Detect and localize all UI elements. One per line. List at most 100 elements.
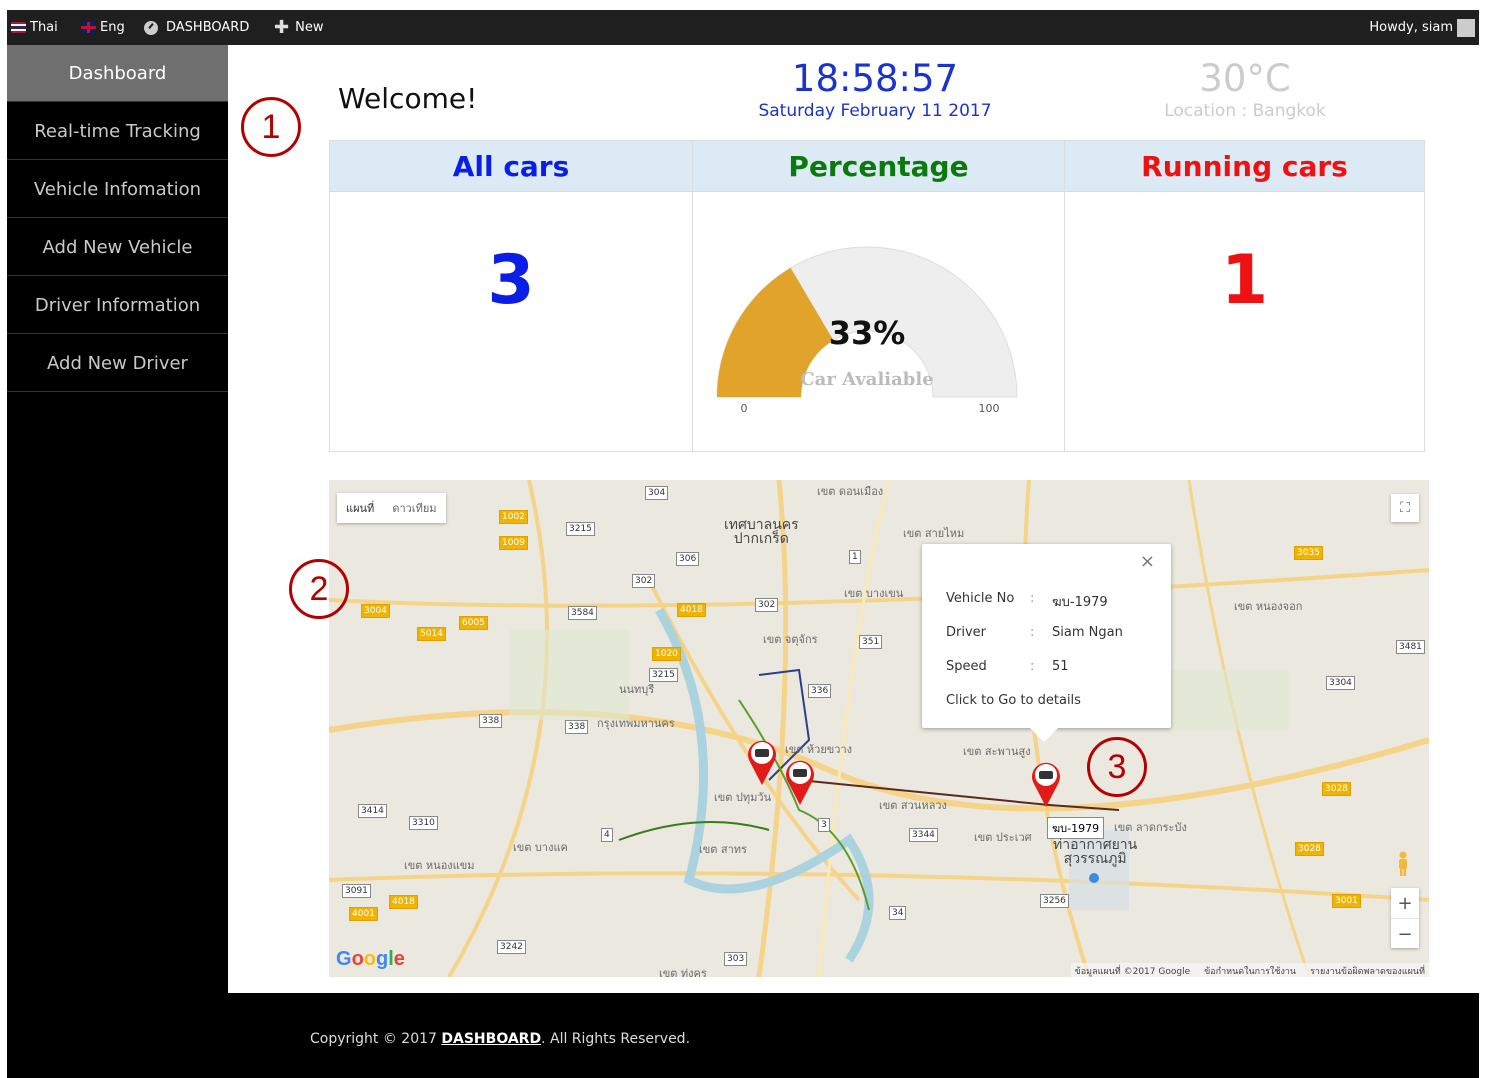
vehicle-map[interactable]: เทศบาลนคร ปากเกร็ด เขต ดอนเมือง เขต สายไ… [329, 480, 1429, 977]
road-shield: 3344 [909, 828, 938, 842]
admin-top-bar: Thai Eng DASHBOARD ✚ New Howdy, siam [7, 10, 1479, 45]
road-shield: 3215 [649, 668, 678, 682]
dashboard-link[interactable]: DASHBOARD [144, 10, 249, 45]
fullscreen-icon: ⛶ [1400, 500, 1410, 516]
right-margin [1479, 10, 1486, 1078]
sidebar-item-driver-information[interactable]: Driver Information [7, 277, 228, 334]
annotation-marker-2: 2 [289, 559, 349, 619]
map-data-credit: ข้อมูลแผนที่ ©2017 Google [1074, 967, 1191, 977]
road-shield: 5014 [417, 627, 446, 641]
road-shield: 3584 [568, 606, 597, 620]
uk-flag-icon [81, 22, 96, 33]
sidebar-item-vehicle-information[interactable]: Vehicle Infomation [7, 161, 228, 218]
footer-dashboard-link[interactable]: DASHBOARD [441, 1031, 541, 1047]
percentage-panel: Percentage 33% Car Avaliable 0 100 [692, 141, 1064, 451]
road-shield: 34 [889, 906, 907, 920]
running-cars-count: 1 [1220, 241, 1269, 320]
map-label-pakkret: เทศบาลนคร ปากเกร็ด [724, 517, 799, 547]
stats-table: All cars 3 Percentage 33% Car Avaliable … [329, 140, 1425, 452]
info-driver-value: Siam Ngan [1052, 625, 1123, 640]
road-shield: 303 [724, 952, 748, 966]
lang-eng-label: Eng [100, 20, 125, 35]
map-label-nonthaburi: นนทบุรี [619, 683, 655, 696]
annotation-marker-3: 3 [1087, 737, 1147, 797]
clock-time: 18:58:57 [791, 57, 959, 100]
lang-thai-label: Thai [30, 20, 58, 35]
lang-thai-link[interactable]: Thai [11, 10, 58, 45]
all-cars-panel: All cars 3 [330, 141, 692, 451]
map-background [329, 480, 1429, 977]
dashboard-gauge-icon [144, 20, 158, 35]
copyright-suffix: . All Rights Reserved. [541, 1031, 691, 1047]
street-view-pegman-icon[interactable] [1391, 850, 1415, 878]
map-attribution: ข้อมูลแผนที่ ©2017 Google ข้อกำหนดในการใ… [1070, 963, 1429, 977]
road-shield: 4001 [349, 907, 378, 921]
map-label-prawet: เขต ประเวศ [974, 831, 1032, 844]
road-shield: 4018 [677, 603, 706, 617]
location-text: Location : Bangkok [1164, 101, 1326, 121]
sidebar-item-add-driver[interactable]: Add New Driver [7, 335, 228, 392]
map-label-saphan-sung: เขต สะพานสูง [963, 745, 1031, 758]
road-shield: 338 [565, 720, 589, 734]
gauge-max-label: 100 [979, 402, 1000, 415]
vehicle-marker[interactable] [783, 758, 817, 806]
fullscreen-button[interactable]: ⛶ [1391, 494, 1419, 522]
road-shield: 3028 [1295, 842, 1324, 856]
road-shield: 6005 [459, 616, 488, 630]
clock-date: Saturday February 11 2017 [758, 101, 992, 121]
sidebar-item-dashboard[interactable]: Dashboard [7, 45, 228, 102]
map-label-lat-krabang: เขต ลาดกระบัง [1114, 821, 1187, 834]
map-type-satellite-button[interactable]: ดาวเทียม [383, 493, 445, 523]
zoom-in-button[interactable]: + [1391, 888, 1419, 918]
vehicle-marker[interactable] [745, 738, 779, 786]
road-shield: 3215 [566, 522, 595, 536]
road-shield: 3481 [1396, 640, 1425, 654]
copyright-text: Copyright © 2017 DASHBOARD. All Rights R… [310, 1031, 690, 1047]
info-row-speed: Speed : 51 [946, 659, 1069, 674]
map-label-suan-luang: เขต สวนหลวง [879, 799, 947, 812]
map-label-bangkok: กรุงเทพมหานคร [597, 717, 675, 730]
percentage-title: Percentage [693, 141, 1064, 192]
map-type-map-button[interactable]: แผนที่ [337, 493, 383, 523]
road-shield: 3304 [1326, 676, 1355, 690]
running-cars-title: Running cars [1065, 141, 1424, 192]
pegman-icon [1399, 851, 1407, 876]
info-separator: : [1030, 659, 1035, 674]
road-shield: 1009 [499, 536, 528, 550]
plus-icon: ✚ [274, 16, 290, 38]
greeting-text: Howdy, siam [1369, 20, 1453, 35]
map-label-sai-mai: เขต สายไหม [903, 527, 965, 540]
marker-tooltip: ฆบ-1979 [1047, 817, 1105, 839]
map-label-bang-khen: เขต บางเขน [844, 587, 904, 600]
info-speed-label: Speed [946, 659, 987, 674]
map-label-sathon: เขต สาทร [699, 843, 747, 856]
selected-vehicle-marker[interactable] [1029, 760, 1063, 808]
info-row-driver: Driver : Siam Ngan [946, 625, 1123, 640]
new-label: New [295, 20, 324, 35]
info-vehicle-value: ฆบ-1979 [1052, 595, 1108, 610]
report-error-link[interactable]: รายงานข้อผิดพลาดของแผนที่ [1310, 964, 1425, 977]
road-shield: 1 [849, 550, 861, 564]
clock-widget: 18:58:57 Saturday February 11 2017 [720, 57, 1030, 122]
zoom-out-button[interactable]: − [1391, 918, 1419, 949]
lang-eng-link[interactable]: Eng [81, 10, 125, 45]
details-link[interactable]: Click to Go to details [946, 693, 1081, 708]
road-shield: 336 [808, 684, 832, 698]
availability-gauge: 33% Car Avaliable 0 100 [716, 246, 1018, 415]
sidebar-item-realtime-tracking[interactable]: Real-time Tracking [7, 103, 228, 160]
road-shield: 1002 [499, 510, 528, 524]
road-shield: 3028 [1322, 782, 1351, 796]
sidebar-item-add-vehicle[interactable]: Add New Vehicle [7, 219, 228, 276]
road-shield: 4 [601, 828, 613, 842]
road-shield: 3256 [1040, 894, 1069, 908]
info-driver-label: Driver [946, 625, 987, 640]
map-label-suvarnabhumi: ท่าอากาศยาน สุวรรณภูมิ [1053, 837, 1138, 867]
temperature: 30°C [1199, 57, 1291, 100]
user-account-menu[interactable]: Howdy, siam [1369, 10, 1475, 45]
info-separator: : [1030, 625, 1035, 640]
close-icon[interactable]: × [1140, 551, 1155, 572]
road-shield: 3004 [361, 604, 390, 618]
terms-link[interactable]: ข้อกำหนดในการใช้งาน [1204, 964, 1296, 977]
weather-widget: 30°C Location : Bangkok [1130, 57, 1360, 122]
new-link[interactable]: ✚ New [274, 10, 323, 45]
